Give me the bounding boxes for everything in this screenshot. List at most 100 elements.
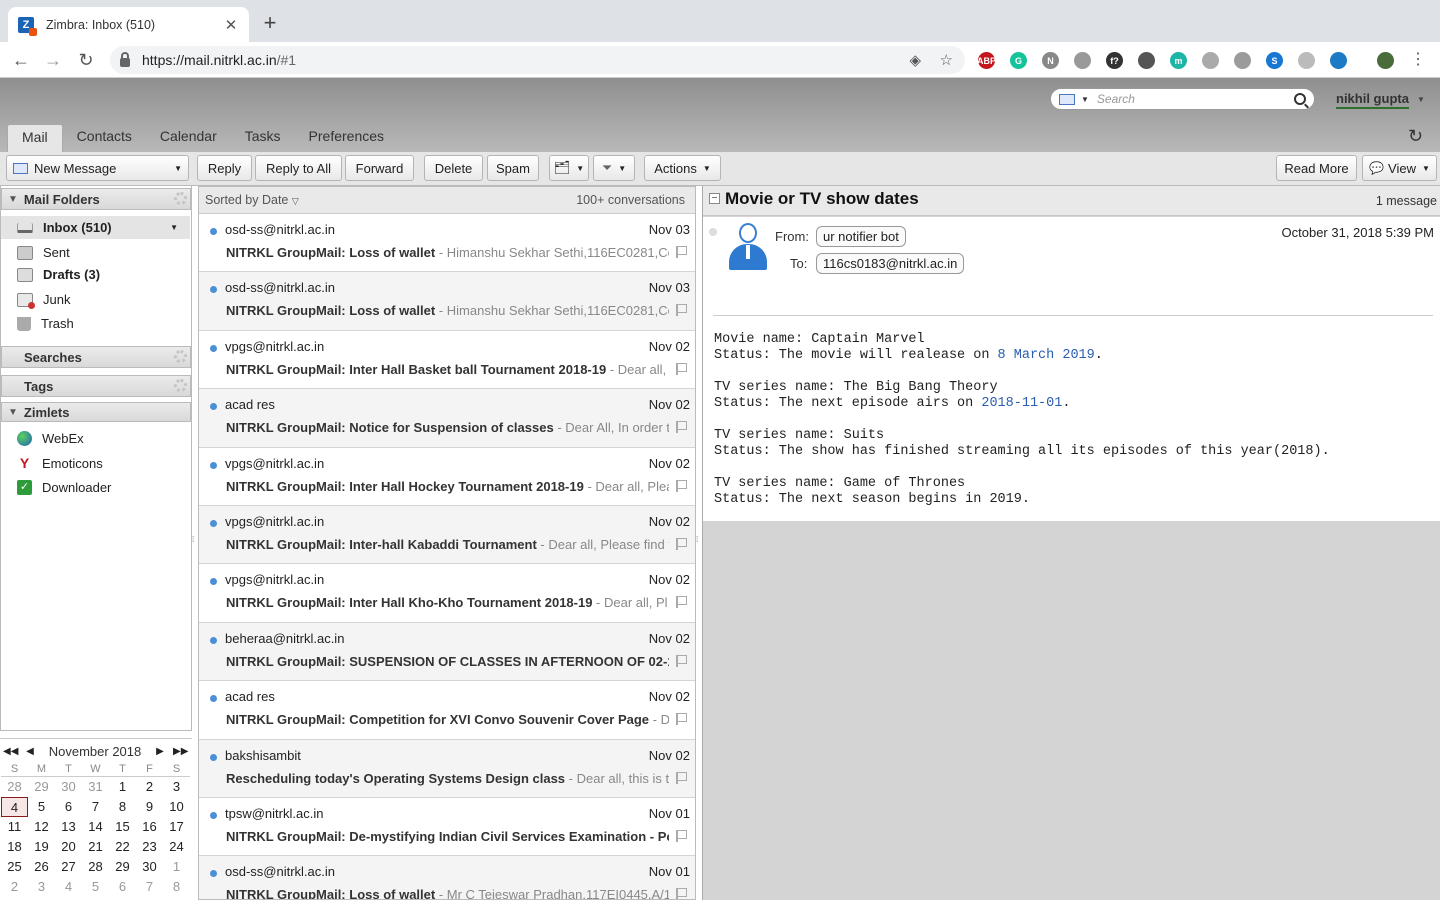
cast-icon[interactable]: [1330, 52, 1347, 69]
unread-dot-icon[interactable]: [210, 870, 217, 878]
url-field[interactable]: https://mail.nitrkl.ac.in/#1 ◈ ☆: [110, 46, 965, 74]
message-row[interactable]: bakshisambit Nov 02 Rescheduling today's O…: [199, 739, 695, 798]
read-more-button[interactable]: Read More: [1276, 155, 1357, 181]
message-row[interactable]: beheraa@nitrkl.ac.in Nov 02 NITRKL GroupMa…: [199, 622, 695, 682]
gear-icon[interactable]: [174, 350, 187, 363]
folder-trash[interactable]: Trash: [0, 312, 190, 335]
message-row[interactable]: vpgs@nitrkl.ac.in Nov 02 NITRKL GroupMail:…: [199, 564, 695, 623]
tags-header[interactable]: Tags: [1, 375, 191, 397]
evernote-icon[interactable]: [1234, 52, 1251, 69]
tab-preferences[interactable]: Preferences: [295, 124, 398, 152]
browser-tab[interactable]: Z Zimbra: Inbox (510) ✕: [8, 7, 249, 42]
calendar-day[interactable]: 7: [136, 877, 163, 897]
flag-icon[interactable]: [676, 888, 687, 899]
formula-icon[interactable]: f?: [1106, 52, 1123, 69]
view-button[interactable]: 💬 View ▼: [1362, 155, 1437, 181]
calendar-day[interactable]: 28: [82, 857, 109, 877]
chevron-down-icon[interactable]: ▼: [174, 164, 182, 173]
skype-icon[interactable]: S: [1266, 52, 1283, 69]
folder-junk[interactable]: Junk: [0, 288, 190, 311]
pane-resize-handle[interactable]: ⁞: [192, 535, 194, 544]
mail-search-type-icon[interactable]: [1059, 93, 1075, 105]
folder-inbox[interactable]: Inbox (510) ▼: [0, 216, 190, 239]
calendar-day[interactable]: 5: [82, 877, 109, 897]
reply-all-button[interactable]: Reply to All: [255, 155, 342, 181]
calendar-day[interactable]: 29: [109, 857, 136, 877]
calendar-day[interactable]: 6: [55, 797, 82, 817]
calendar-day[interactable]: 29: [28, 777, 55, 797]
calendar-day[interactable]: 17: [163, 817, 190, 837]
new-tab-button[interactable]: +: [258, 11, 282, 35]
chevron-down-icon[interactable]: ▼: [618, 164, 626, 173]
calendar-day[interactable]: 30: [136, 857, 163, 877]
calendar-day[interactable]: 21: [82, 837, 109, 857]
message-row[interactable]: acad res Nov 02 NITRKL GroupMail: Notice f…: [199, 389, 695, 448]
sort-by-date-button[interactable]: Sorted by Date ▽: [205, 193, 576, 207]
calendar-day[interactable]: 20: [55, 837, 82, 857]
calendar-day[interactable]: 12: [28, 817, 55, 837]
unread-dot-icon[interactable]: [210, 636, 217, 644]
refresh-icon[interactable]: ↻: [1408, 126, 1423, 147]
reply-button[interactable]: Reply: [197, 155, 252, 181]
close-tab-icon[interactable]: ✕: [223, 16, 239, 34]
date-link[interactable]: 8 March 2019: [998, 348, 1095, 363]
folder-drafts[interactable]: Drafts (3): [0, 263, 190, 286]
calendar-day[interactable]: 8: [163, 877, 190, 897]
flag-icon[interactable]: [676, 246, 687, 258]
calendar-day[interactable]: 2: [136, 777, 163, 797]
flag-icon[interactable]: [676, 654, 687, 667]
calendar-day[interactable]: 15: [109, 817, 136, 837]
calendar-day[interactable]: 6: [109, 877, 136, 897]
tab-calendar[interactable]: Calendar: [146, 124, 231, 152]
spam-button[interactable]: Spam: [487, 155, 539, 181]
calendar-day[interactable]: 25: [1, 857, 28, 877]
flag-icon[interactable]: [676, 479, 687, 492]
back-arrow-icon[interactable]: ←: [9, 48, 33, 72]
message-row[interactable]: acad res Nov 02 NITRKL GroupMail: Competit…: [199, 681, 695, 740]
search-icon[interactable]: [1294, 93, 1306, 105]
flag-icon[interactable]: [676, 304, 687, 317]
calendar-day[interactable]: 9: [136, 797, 163, 817]
zimlet-emoticons[interactable]: Y Emoticons: [0, 452, 190, 475]
profile-avatar[interactable]: [1377, 52, 1394, 69]
unread-dot-icon[interactable]: [210, 811, 217, 819]
collapse-triangle-icon[interactable]: ▼: [8, 407, 18, 418]
date-link[interactable]: 2018-11-01: [981, 396, 1062, 411]
calendar-day[interactable]: 8: [109, 797, 136, 817]
calendar-day[interactable]: 5: [28, 797, 55, 817]
message-row[interactable]: osd-ss@nitrkl.ac.in Nov 01 NITRKL GroupMai…: [199, 856, 695, 899]
collapse-triangle-icon[interactable]: ▼: [8, 194, 18, 205]
calendar-day[interactable]: 1: [163, 857, 190, 877]
calendar-day[interactable]: 18: [1, 837, 28, 857]
flag-icon[interactable]: [676, 771, 687, 784]
chevron-down-icon[interactable]: ▼: [1081, 95, 1089, 104]
bookmark-star-icon[interactable]: ☆: [940, 51, 953, 69]
flag-icon[interactable]: [676, 596, 687, 609]
collapse-icon[interactable]: −: [709, 193, 720, 204]
calendar-day[interactable]: 11: [1, 817, 28, 837]
gear-icon[interactable]: [174, 379, 187, 392]
calendar-day[interactable]: 2: [1, 877, 28, 897]
calendar-day[interactable]: 10: [163, 797, 190, 817]
cast-status-icon[interactable]: ◈: [909, 51, 921, 69]
unread-dot-icon[interactable]: [210, 403, 217, 411]
calendar-day[interactable]: 26: [28, 857, 55, 877]
flag-icon[interactable]: [676, 829, 687, 842]
calendar-day[interactable]: 3: [163, 777, 190, 797]
delete-button[interactable]: Delete: [424, 155, 483, 181]
camera-icon[interactable]: [1202, 52, 1219, 69]
tab-mail[interactable]: Mail: [7, 124, 63, 152]
shield-icon[interactable]: [1074, 52, 1091, 69]
move-button[interactable]: 🗂 ▼: [549, 155, 589, 181]
eyedropper-icon[interactable]: [1138, 52, 1155, 69]
gear-icon[interactable]: [174, 192, 187, 205]
next-month-icon[interactable]: ▶: [153, 746, 167, 757]
pane-resize-handle[interactable]: ⁞: [696, 535, 698, 544]
tab-contacts[interactable]: Contacts: [63, 124, 146, 152]
message-row[interactable]: vpgs@nitrkl.ac.in Nov 02 NITRKL GroupMail:…: [199, 448, 695, 506]
calendar-day[interactable]: 31: [82, 777, 109, 797]
calendar-day[interactable]: 7: [82, 797, 109, 817]
message-row[interactable]: osd-ss@nitrkl.ac.in Nov 03 NITRKL GroupMai…: [199, 214, 695, 273]
search-bar[interactable]: ▼ Search: [1050, 88, 1315, 110]
unread-dot-icon[interactable]: [210, 519, 217, 527]
